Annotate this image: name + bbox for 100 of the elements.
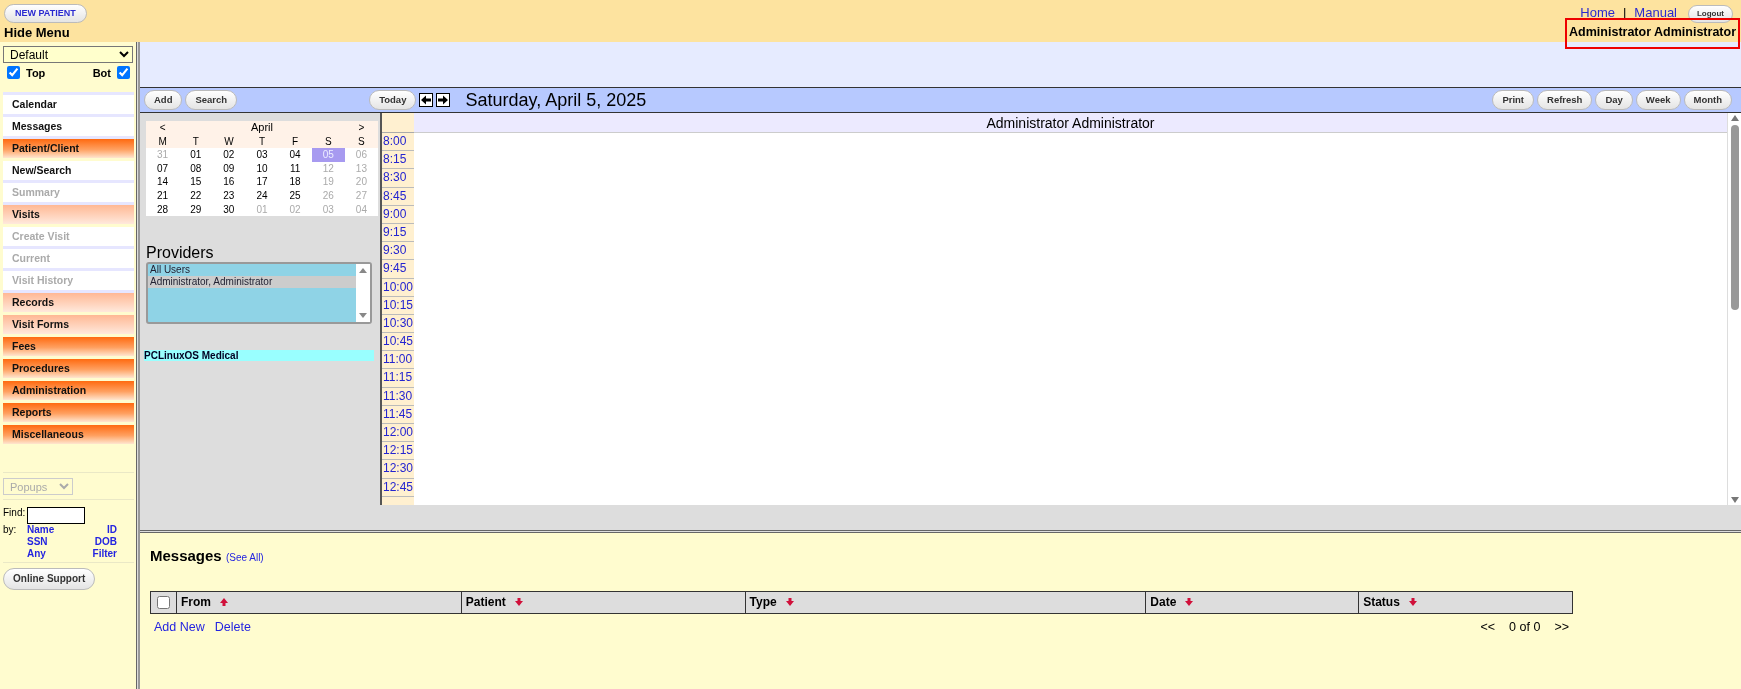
see-all-link[interactable]: (See All): [225, 552, 264, 563]
menu-item[interactable]: Patient/Client: [3, 139, 134, 161]
calendar-day[interactable]: 30: [212, 202, 246, 217]
hide-menu-link[interactable]: Hide Menu: [4, 23, 70, 43]
calendar-day[interactable]: 25: [278, 188, 312, 203]
user-name: Administrator Administrator: [1565, 18, 1740, 49]
view-button[interactable]: Refresh: [1537, 90, 1593, 110]
weekday-label: T: [191, 134, 200, 149]
action-link[interactable]: Delete: [214, 617, 251, 637]
calendar-day[interactable]: 24: [245, 188, 279, 203]
toolbar-button[interactable]: Add: [144, 90, 183, 110]
calendar-day[interactable]: 21: [146, 188, 180, 203]
column-header[interactable]: Type: [749, 593, 777, 611]
column-header[interactable]: Status: [1363, 593, 1400, 611]
menu-item[interactable]: Messages: [3, 117, 134, 139]
column-header[interactable]: From: [181, 593, 211, 611]
sort-down-icon[interactable]: [1407, 597, 1418, 607]
weekday-label: S: [323, 134, 333, 149]
sort-down-icon[interactable]: [1184, 597, 1195, 607]
calendar-day[interactable]: 16: [212, 175, 246, 189]
menu-item[interactable]: Procedures: [3, 359, 134, 381]
menu-item[interactable]: Records: [3, 293, 134, 315]
next-arrow-icon[interactable]: [436, 93, 451, 107]
scroll-up-icon[interactable]: [359, 268, 367, 274]
weekday-label: W: [223, 134, 235, 149]
action-link[interactable]: Add New: [154, 617, 205, 637]
search-by-link[interactable]: DOB: [87, 536, 117, 548]
menu-item[interactable]: Visits: [3, 205, 134, 227]
facility-label: PCLinuxOS Medical: [144, 350, 374, 362]
calendar-day[interactable]: 18: [278, 175, 312, 189]
provider-option[interactable]: All Users: [148, 264, 356, 277]
menu-item[interactable]: Calendar: [3, 95, 134, 117]
first-page-link[interactable]: <<: [1480, 617, 1496, 637]
toolbar-button[interactable]: Search: [185, 90, 238, 110]
search-by-link[interactable]: Name: [27, 524, 55, 536]
calendar-day[interactable]: 08: [179, 161, 213, 176]
weekday-label: S: [357, 134, 366, 149]
weekday-label: T: [257, 134, 267, 149]
last-page-link[interactable]: >>: [1554, 617, 1569, 637]
search-by-link[interactable]: Any: [27, 548, 55, 560]
calendar-day[interactable]: 04: [278, 148, 312, 162]
month-label: April: [250, 121, 274, 135]
weekday-label: F: [291, 134, 300, 149]
column-header[interactable]: Patient: [465, 593, 506, 611]
page-count: 0 of 0: [1509, 618, 1541, 636]
current-date: Saturday, April 5, 2025: [465, 88, 647, 112]
by-label: by:: [3, 524, 18, 536]
checkbox[interactable]: [117, 66, 130, 80]
sort-down-icon[interactable]: [513, 597, 524, 607]
scroll-down-icon[interactable]: [1730, 497, 1739, 503]
scroll-down-icon[interactable]: [359, 313, 367, 319]
today-button[interactable]: Today: [369, 90, 417, 110]
menu-item[interactable]: Reports: [3, 403, 134, 425]
find-field[interactable]: [27, 507, 85, 524]
calendar-day[interactable]: 02: [212, 148, 246, 162]
layout-dropdown[interactable]: Default: [3, 46, 133, 63]
previous-arrow-icon[interactable]: [419, 93, 434, 107]
scroll-up-icon[interactable]: [1730, 115, 1739, 121]
menu-item[interactable]: Administration: [3, 381, 134, 403]
calendar-day[interactable]: 15: [179, 175, 213, 189]
sort-down-icon[interactable]: [784, 597, 795, 607]
next-month-link[interactable]: >: [344, 121, 378, 135]
search-by-link[interactable]: ID: [87, 524, 117, 536]
column-header[interactable]: Date: [1150, 593, 1177, 611]
select-all-checkbox[interactable]: [157, 595, 170, 609]
checkbox-label: Top: [26, 65, 46, 81]
view-button[interactable]: Week: [1635, 90, 1681, 110]
scrollbar[interactable]: [1727, 113, 1741, 505]
search-by-link[interactable]: SSN: [27, 536, 55, 548]
menu-item[interactable]: Miscellaneous: [3, 425, 134, 447]
menu-item[interactable]: Fees: [3, 337, 134, 359]
calendar-day[interactable]: 17: [245, 175, 279, 189]
previous-month-link[interactable]: <: [146, 121, 180, 135]
calendar-day[interactable]: 10: [245, 161, 279, 176]
calendar-day[interactable]: 14: [146, 175, 180, 189]
new-patient-button[interactable]: NEW PATIENT: [4, 4, 87, 23]
calendar-day[interactable]: 28: [146, 202, 180, 217]
sort-up-icon[interactable]: [219, 597, 229, 607]
calendar-day[interactable]: 03: [245, 148, 279, 162]
calendar-day[interactable]: 09: [212, 161, 246, 176]
checkbox[interactable]: [7, 66, 20, 80]
weekday-label: M: [157, 134, 168, 149]
calendar-day[interactable]: 07: [146, 161, 180, 176]
provider-option[interactable]: Administrator, Administrator: [148, 276, 356, 289]
view-button[interactable]: Print: [1492, 90, 1535, 110]
search-by-link[interactable]: Filter: [87, 548, 117, 560]
find-label: Find:: [3, 507, 27, 520]
online-support-button[interactable]: Online Support: [3, 568, 96, 590]
menu-item[interactable]: New/Search: [3, 161, 134, 183]
calendar-day[interactable]: 29: [179, 202, 213, 217]
calendar-day[interactable]: 23: [212, 188, 246, 203]
providers-heading: Providers: [146, 244, 215, 263]
calendar-day[interactable]: 22: [179, 188, 213, 203]
provider-column-header: Administrator Administrator: [414, 113, 1727, 133]
calendar-day[interactable]: 01: [179, 148, 213, 162]
view-button[interactable]: Month: [1683, 90, 1732, 110]
menu-item[interactable]: Visit Forms: [3, 315, 134, 337]
calendar-day[interactable]: 11: [278, 161, 312, 176]
view-button[interactable]: Day: [1595, 90, 1633, 110]
providers-listbox[interactable]: All Users Administrator, Administrator: [146, 262, 372, 325]
